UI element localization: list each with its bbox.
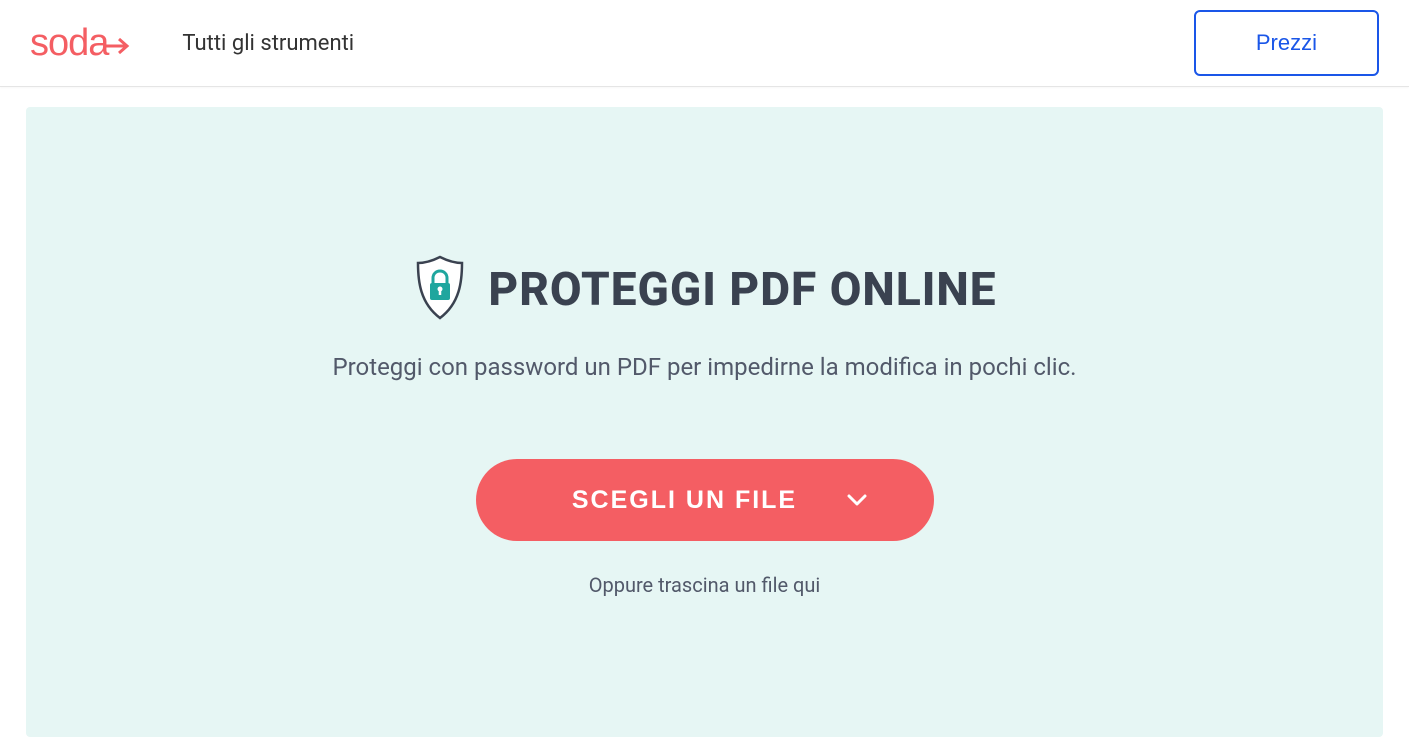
choose-file-label: SCEGLI UN FILE xyxy=(572,486,797,515)
drag-hint-text: Oppure trascina un file qui xyxy=(589,573,821,597)
page-subtitle: Proteggi con password un PDF per impedir… xyxy=(332,353,1076,381)
shield-lock-icon xyxy=(412,255,468,325)
logo[interactable]: soda xyxy=(30,22,132,65)
page-title: PROTEGGI PDF ONLINE xyxy=(488,263,996,317)
chevron-down-icon xyxy=(847,494,867,506)
site-header: soda Tutti gli strumenti Prezzi xyxy=(0,0,1409,87)
pricing-button[interactable]: Prezzi xyxy=(1194,10,1379,76)
nav-tools-link[interactable]: Tutti gli strumenti xyxy=(182,31,354,56)
arrow-right-icon xyxy=(104,22,132,65)
file-drop-zone[interactable]: PROTEGGI PDF ONLINE Proteggi con passwor… xyxy=(26,107,1383,737)
choose-file-button[interactable]: SCEGLI UN FILE xyxy=(476,459,934,541)
title-row: PROTEGGI PDF ONLINE xyxy=(412,255,996,325)
logo-text: soda xyxy=(30,22,132,65)
main-content: PROTEGGI PDF ONLINE Proteggi con passwor… xyxy=(0,87,1409,737)
